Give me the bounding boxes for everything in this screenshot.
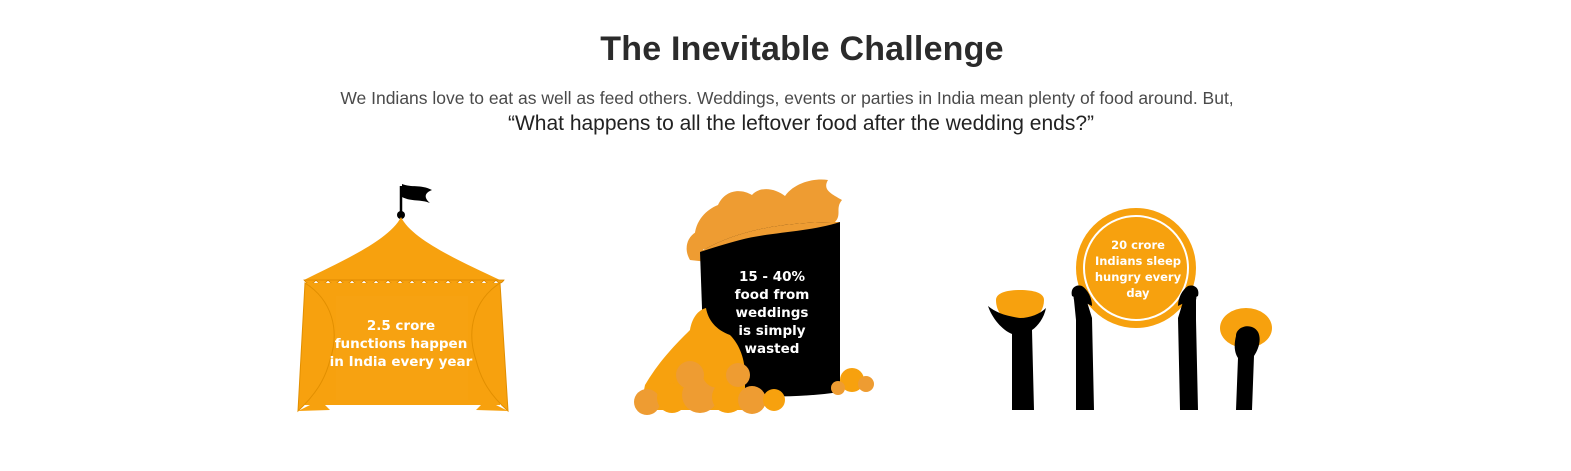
tent-icon — [297, 184, 509, 413]
stat-wasted-line-5: wasted — [745, 341, 800, 357]
stat-wasted-line-1: 15 - 40% — [739, 269, 806, 285]
stat-functions-line-1: 2.5 crore — [367, 318, 435, 334]
illustrations: 2.5 crore functions happen in India ever… — [297, 179, 1272, 415]
stat-wasted: 15 - 40% food from weddings is simply wa… — [735, 269, 810, 357]
stat-hungry-line-3: hungry every — [1095, 270, 1182, 284]
stat-wasted-line-4: is simply — [738, 323, 805, 339]
stat-hungry-line-2: Indians sleep — [1095, 254, 1181, 268]
stat-wasted-line-3: weddings — [736, 305, 809, 321]
stat-functions-line-3: in India every year — [330, 354, 473, 370]
stat-hungry-line-1: 20 crore — [1111, 238, 1165, 252]
stat-functions-line-2: functions happen — [335, 336, 468, 352]
stat-wasted-line-2: food from — [735, 287, 810, 303]
stat-hungry-line-4: day — [1126, 286, 1150, 300]
